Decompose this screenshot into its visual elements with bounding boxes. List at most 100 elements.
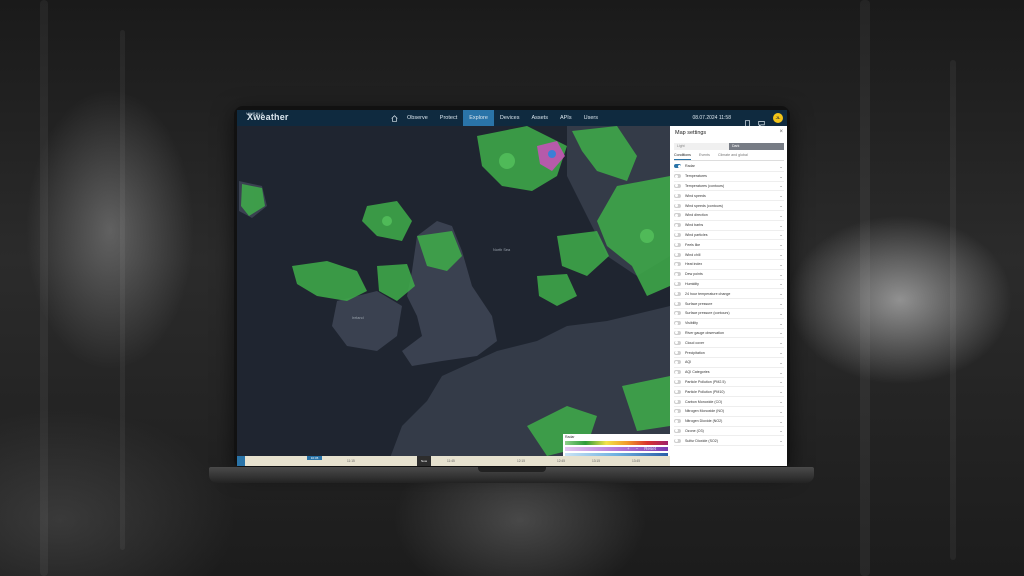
chevron-down-icon[interactable]: ⌄ — [778, 291, 784, 296]
layer-toggle[interactable] — [674, 321, 681, 326]
layer-row[interactable]: Wind direction ⌄ — [674, 211, 784, 221]
chevron-down-icon[interactable]: ⌄ — [778, 174, 784, 179]
chevron-down-icon[interactable]: ⌄ — [778, 330, 784, 335]
nav-apis[interactable]: APIs — [554, 110, 578, 126]
nav-explore[interactable]: Explore — [463, 110, 494, 126]
layer-toggle[interactable] — [674, 311, 681, 316]
layer-toggle[interactable] — [674, 409, 681, 414]
xweather-logo[interactable]: VAISALA Xweather — [246, 111, 289, 122]
reset-button[interactable]: Reset — [644, 446, 656, 456]
layer-row[interactable]: Heat index ⌄ — [674, 260, 784, 270]
weather-map[interactable]: North Sea Ireland Radar — [237, 126, 670, 466]
layer-row[interactable]: Nitrogen Dioxide (NO2) ⌄ — [674, 417, 784, 427]
layer-row[interactable]: Wind particles ⌄ — [674, 231, 784, 241]
nav-observe[interactable]: Observe — [401, 110, 434, 126]
nav-devices[interactable]: Devices — [494, 110, 526, 126]
theme-light-option[interactable]: Light — [674, 143, 729, 150]
layer-row[interactable]: River gauge observation ⌄ — [674, 329, 784, 339]
user-avatar[interactable]: JL — [773, 113, 783, 123]
close-icon[interactable]: × — [779, 129, 783, 135]
chevron-down-icon[interactable]: ⌄ — [778, 232, 784, 237]
layer-toggle[interactable] — [674, 399, 681, 404]
chevron-down-icon[interactable]: ⌄ — [778, 321, 784, 326]
chevron-down-icon[interactable]: ⌄ — [778, 419, 784, 424]
chevron-down-icon[interactable]: ⌄ — [778, 379, 784, 384]
layer-row[interactable]: Cloud cover ⌄ — [674, 338, 784, 349]
chevron-down-icon[interactable]: ⌄ — [778, 340, 784, 345]
layer-toggle[interactable] — [674, 340, 681, 345]
layer-toggle[interactable] — [674, 272, 681, 277]
chevron-down-icon[interactable]: ⌄ — [778, 281, 784, 286]
layer-row[interactable]: Particle Pollution (PM10) ⌄ — [674, 387, 784, 398]
tab-conditions[interactable]: Conditions — [674, 153, 691, 160]
nav-assets[interactable]: Assets — [525, 110, 554, 126]
layer-toggle[interactable] — [674, 301, 681, 306]
layer-row[interactable]: Ozone (O3) ⌄ — [674, 427, 784, 437]
timeline-play-button[interactable] — [237, 456, 245, 466]
chevron-down-icon[interactable]: ⌄ — [778, 242, 784, 247]
layer-toggle[interactable] — [674, 213, 681, 218]
chevron-down-icon[interactable]: ⌄ — [778, 311, 784, 316]
layer-row[interactable]: Surface pressure ⌄ — [674, 299, 784, 309]
layer-toggle[interactable] — [674, 438, 681, 443]
layer-toggle[interactable] — [674, 281, 681, 286]
layer-toggle[interactable] — [674, 174, 681, 179]
layer-row[interactable]: Wind speeds (contours) ⌄ — [674, 201, 784, 211]
layer-row[interactable]: Surface pressure (contours) ⌄ — [674, 309, 784, 319]
theme-dark-option[interactable]: Dark — [729, 143, 784, 150]
chevron-down-icon[interactable]: ⌄ — [778, 272, 784, 277]
layer-toggle[interactable] — [674, 223, 681, 228]
layer-row[interactable]: Humidity ⌄ — [674, 280, 784, 290]
chevron-down-icon[interactable]: ⌄ — [778, 223, 784, 228]
chevron-down-icon[interactable]: ⌄ — [778, 350, 784, 355]
tab-events[interactable]: Events — [699, 153, 710, 160]
layer-toggle[interactable] — [674, 360, 681, 365]
book-icon[interactable] — [744, 114, 751, 127]
layer-row[interactable]: Radar ⌄ — [674, 162, 784, 172]
nav-users[interactable]: Users — [578, 110, 604, 126]
chevron-down-icon[interactable]: ⌄ — [778, 183, 784, 188]
layer-toggle[interactable] — [674, 232, 681, 237]
layer-toggle[interactable] — [674, 242, 681, 247]
chevron-down-icon[interactable]: ⌄ — [778, 360, 784, 365]
chevron-down-icon[interactable]: ⌄ — [778, 164, 784, 169]
layer-row[interactable]: Temperatures (contours) ⌄ — [674, 182, 784, 192]
layer-row[interactable]: Wind barbs ⌄ — [674, 221, 784, 231]
layer-toggle[interactable] — [674, 419, 681, 424]
layer-row[interactable]: Temperatures ⌄ — [674, 172, 784, 182]
layer-row[interactable]: Wind chill ⌄ — [674, 250, 784, 260]
chevron-down-icon[interactable]: ⌄ — [778, 399, 784, 404]
layer-toggle[interactable] — [674, 164, 681, 169]
chat-icon[interactable] — [758, 114, 765, 128]
layer-row[interactable]: Dew points ⌄ — [674, 270, 784, 280]
layer-row[interactable]: Carbon Monoxide (CO) ⌄ — [674, 397, 784, 407]
chevron-down-icon[interactable]: ⌄ — [778, 213, 784, 218]
timeline-bar[interactable]: 10:45 Now 11:15 11:45 12:15 12:45 13:15 … — [237, 456, 670, 466]
chevron-down-icon[interactable]: ⌄ — [778, 301, 784, 306]
chevron-down-icon[interactable]: ⌄ — [778, 193, 784, 198]
layer-toggle[interactable] — [674, 330, 681, 335]
layer-row[interactable]: Nitrogen Monoxide (NO) ⌄ — [674, 407, 784, 417]
layer-toggle[interactable] — [674, 370, 681, 375]
tab-climate-global[interactable]: Climate and global — [718, 153, 748, 160]
chevron-down-icon[interactable]: ⌄ — [778, 203, 784, 208]
chevron-down-icon[interactable]: ⌄ — [778, 370, 784, 375]
layer-row[interactable]: Feels like ⌄ — [674, 240, 784, 251]
layer-toggle[interactable] — [674, 262, 681, 267]
chevron-down-icon[interactable]: ⌄ — [778, 438, 784, 443]
nav-protect[interactable]: Protect — [434, 110, 463, 126]
layer-row[interactable]: Particle Pollution (PM2.5) ⌄ — [674, 378, 784, 388]
layer-toggle[interactable] — [674, 183, 681, 188]
layer-toggle[interactable] — [674, 389, 681, 394]
chevron-down-icon[interactable]: ⌄ — [778, 428, 784, 433]
home-icon[interactable] — [387, 110, 401, 126]
chevron-down-icon[interactable]: ⌄ — [778, 409, 784, 414]
chevron-down-icon[interactable]: ⌄ — [778, 252, 784, 257]
layer-row[interactable]: Precipitation ⌄ — [674, 348, 784, 358]
layer-toggle[interactable] — [674, 379, 681, 384]
zoom-out-button[interactable]: − — [636, 446, 639, 456]
layer-row[interactable]: Sulfur Dioxide (SO2) ⌄ — [674, 436, 784, 447]
timeline-now-marker[interactable]: Now — [417, 456, 431, 466]
layer-toggle[interactable] — [674, 291, 681, 296]
layer-toggle[interactable] — [674, 428, 681, 433]
